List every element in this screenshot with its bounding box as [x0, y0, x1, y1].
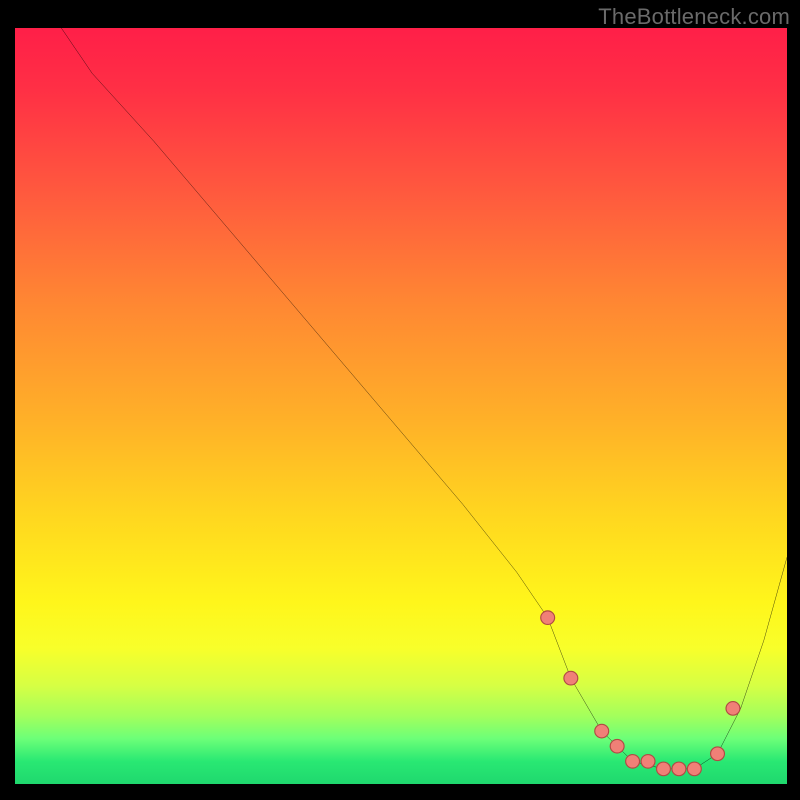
marker-dot — [726, 702, 740, 716]
marker-dot — [641, 755, 655, 769]
marker-dot — [610, 739, 624, 753]
marker-dot — [711, 747, 725, 761]
marker-dot — [672, 762, 686, 776]
chart-svg — [15, 28, 787, 784]
marker-dot — [541, 611, 555, 625]
bottleneck-curve — [15, 28, 787, 769]
marker-dot — [687, 762, 701, 776]
marker-dot — [626, 755, 640, 769]
marker-dot — [595, 724, 609, 738]
curve-path — [15, 28, 787, 769]
marker-dot — [657, 762, 671, 776]
chart-frame: TheBottleneck.com — [0, 0, 800, 800]
highlight-markers — [541, 611, 740, 776]
marker-dot — [564, 671, 578, 685]
watermark-text: TheBottleneck.com — [598, 4, 790, 30]
plot-area — [15, 28, 787, 784]
